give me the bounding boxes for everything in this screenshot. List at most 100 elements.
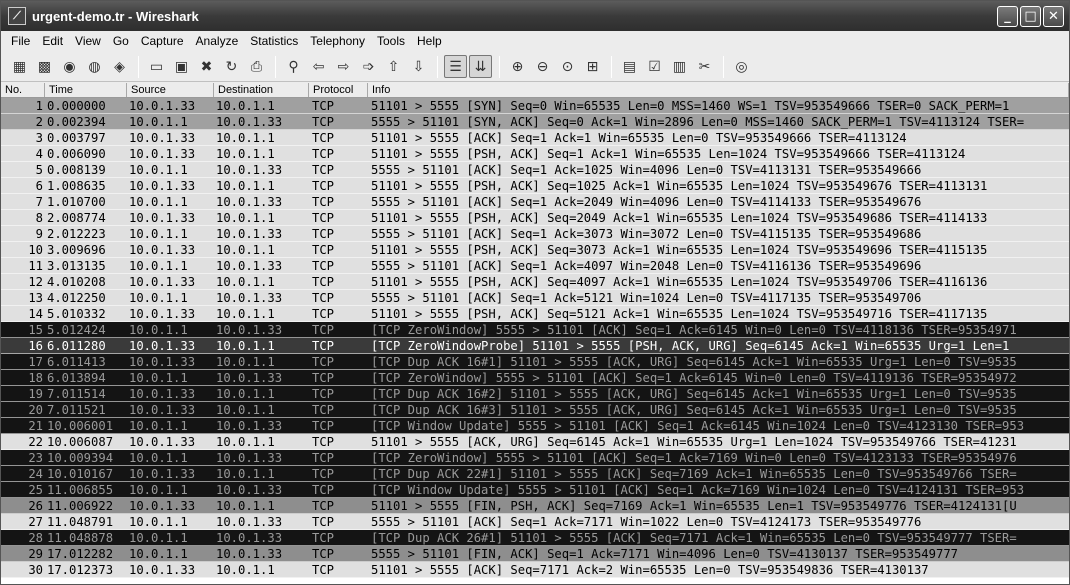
packet-time: 10.010167 [47,467,114,481]
packet-row[interactable]: 7 1.010700 10.0.1.1 10.0.1.33 TCP 5555 > 5110… [1,194,1069,210]
print-icon[interactable]: ⎙ [245,55,268,78]
interface-list-icon[interactable]: ▦ [8,55,31,78]
go-first-icon[interactable]: ⇧ [382,55,405,78]
column-header-protocol[interactable]: Protocol [309,83,368,97]
coloring-rules-icon[interactable]: ▥ [668,55,691,78]
packet-row[interactable]: 26 11.006922 10.0.1.33 10.0.1.1 TCP 51101 > 5… [1,498,1069,514]
menu-capture[interactable]: Capture [135,34,190,48]
packet-row[interactable]: 29 17.012282 10.0.1.1 10.0.1.33 TCP 5555 > 51… [1,546,1069,562]
preferences-icon[interactable]: ✂ [693,55,716,78]
column-header-source[interactable]: Source [127,83,214,97]
packet-row[interactable]: 11 3.013135 10.0.1.1 10.0.1.33 TCP 5555 > 511… [1,258,1069,274]
colorize-icon[interactable]: ☰ [444,55,467,78]
zoom-in-icon[interactable]: ⊕ [506,55,529,78]
menu-analyze[interactable]: Analyze [190,34,245,48]
restart-capture-icon[interactable]: ◈ [108,55,131,78]
go-back-icon[interactable]: ⇦ [307,55,330,78]
menu-view[interactable]: View [69,34,107,48]
column-header-time[interactable]: Time [45,83,127,97]
packet-destination: 10.0.1.33 [216,163,283,177]
packet-destination: 10.0.1.1 [216,355,275,369]
menu-telephony[interactable]: Telephony [304,34,371,48]
resize-columns-icon[interactable]: ⊞ [581,55,604,78]
title-bar[interactable]: ⟋ urgent-demo.tr - Wireshark _ □ ✕ [1,1,1069,31]
open-file-icon[interactable]: ▭ [145,55,168,78]
packet-info: 5555 > 51101 [ACK] Seq=1 Ack=5121 Win=10… [371,291,922,305]
packet-info: [TCP Dup ACK 16#1] 51101 > 5555 [ACK, UR… [371,355,1017,369]
packet-time: 7.011521 [47,403,106,417]
packet-row[interactable]: 3 0.003797 10.0.1.33 10.0.1.1 TCP 51101 > 555… [1,130,1069,146]
close-button[interactable]: ✕ [1043,5,1064,27]
packet-row[interactable]: 2 0.002394 10.0.1.1 10.0.1.33 TCP 5555 > 5110… [1,114,1069,130]
start-capture-icon[interactable]: ◉ [58,55,81,78]
packet-row[interactable]: 5 0.008139 10.0.1.1 10.0.1.33 TCP 5555 > 5110… [1,162,1069,178]
packet-row[interactable]: 1 0.000000 10.0.1.33 10.0.1.1 TCP 51101 > 555… [1,98,1069,114]
normal-size-icon[interactable]: ⊙ [556,55,579,78]
find-packet-icon[interactable]: ⚲ [282,55,305,78]
go-forward-icon[interactable]: ⇨ [332,55,355,78]
packet-row[interactable]: 15 5.012424 10.0.1.1 10.0.1.33 TCP [TCP ZeroW… [1,322,1069,338]
packet-protocol: TCP [312,531,335,545]
column-header-destination[interactable]: Destination [214,83,309,97]
save-file-icon[interactable]: ▣ [170,55,193,78]
stop-capture-icon[interactable]: ◍ [83,55,106,78]
packet-row[interactable]: 25 11.006855 10.0.1.1 10.0.1.33 TCP [TCP Wind… [1,482,1069,498]
packet-protocol: TCP [312,467,335,481]
packet-row[interactable]: 19 7.011514 10.0.1.33 10.0.1.1 TCP [TCP Dup A… [1,386,1069,402]
help-icon[interactable]: ◎ [730,55,753,78]
go-last-icon[interactable]: ⇩ [407,55,430,78]
packet-row[interactable]: 4 0.006090 10.0.1.33 10.0.1.1 TCP 51101 > 555… [1,146,1069,162]
close-file-icon[interactable]: ✖ [195,55,218,78]
packet-row[interactable]: 13 4.012250 10.0.1.1 10.0.1.33 TCP 5555 > 511… [1,290,1069,306]
menu-help[interactable]: Help [411,34,448,48]
packet-protocol: TCP [312,451,335,465]
zoom-out-icon[interactable]: ⊖ [531,55,554,78]
packet-number: 21 [28,419,43,433]
capture-filters-icon[interactable]: ▤ [618,55,641,78]
packet-destination: 10.0.1.33 [216,227,283,241]
packet-time: 0.006090 [47,147,106,161]
packet-source: 10.0.1.1 [129,227,188,241]
packet-time: 11.048791 [47,515,114,529]
packet-row[interactable]: 9 2.012223 10.0.1.1 10.0.1.33 TCP 5555 > 5110… [1,226,1069,242]
packet-destination: 10.0.1.33 [216,531,283,545]
packet-row[interactable]: 17 6.011413 10.0.1.33 10.0.1.1 TCP [TCP Dup A… [1,354,1069,370]
packet-info: [TCP Window Update] 5555 > 51101 [ACK] S… [371,483,1025,497]
packet-row[interactable]: 23 10.009394 10.0.1.1 10.0.1.33 TCP [TCP Zero… [1,450,1069,466]
display-filters-icon[interactable]: ☑ [643,55,666,78]
capture-options-icon[interactable]: ▩ [33,55,56,78]
packet-row[interactable]: 20 7.011521 10.0.1.33 10.0.1.1 TCP [TCP Dup A… [1,402,1069,418]
menu-statistics[interactable]: Statistics [244,34,304,48]
packet-row[interactable]: 30 17.012373 10.0.1.33 10.0.1.1 TCP 51101 > 5… [1,562,1069,578]
packet-list[interactable]: No. Time Source Destination Protocol Inf… [1,83,1069,584]
packet-protocol: TCP [312,275,335,289]
wireshark-app-icon: ⟋ [8,7,26,25]
packet-row[interactable]: 18 6.013894 10.0.1.1 10.0.1.33 TCP [TCP ZeroW… [1,370,1069,386]
packet-number: 29 [28,547,43,561]
menu-file[interactable]: File [1,34,36,48]
packet-protocol: TCP [312,499,335,513]
menu-go[interactable]: Go [107,34,135,48]
column-header-no[interactable]: No. [1,83,45,97]
packet-row[interactable]: 28 11.048878 10.0.1.1 10.0.1.33 TCP [TCP Dup … [1,530,1069,546]
packet-time: 5.012424 [47,323,106,337]
packet-row[interactable]: 10 3.009696 10.0.1.33 10.0.1.1 TCP 51101 > 55… [1,242,1069,258]
packet-row[interactable]: 21 10.006001 10.0.1.1 10.0.1.33 TCP [TCP Wind… [1,418,1069,434]
packet-row[interactable]: 6 1.008635 10.0.1.33 10.0.1.1 TCP 51101 > 555… [1,178,1069,194]
column-header-info[interactable]: Info [368,83,1069,97]
menu-edit[interactable]: Edit [36,34,69,48]
packet-row[interactable]: 14 5.010332 10.0.1.33 10.0.1.1 TCP 51101 > 55… [1,306,1069,322]
minimize-button[interactable]: _ [997,5,1018,27]
go-to-packet-icon[interactable]: ➩ [357,55,380,78]
maximize-button[interactable]: □ [1020,5,1041,27]
packet-row[interactable]: 12 4.010208 10.0.1.33 10.0.1.1 TCP 51101 > 55… [1,274,1069,290]
packet-row[interactable]: 27 11.048791 10.0.1.1 10.0.1.33 TCP 5555 > 51… [1,514,1069,530]
packet-row[interactable]: 16 6.011280 10.0.1.33 10.0.1.1 TCP [TCP ZeroW… [1,338,1069,354]
packet-row[interactable]: 24 10.010167 10.0.1.33 10.0.1.1 TCP [TCP Dup … [1,466,1069,482]
autoscroll-icon[interactable]: ⇊ [469,55,492,78]
packet-row[interactable]: 8 2.008774 10.0.1.33 10.0.1.1 TCP 51101 > 555… [1,210,1069,226]
packet-protocol: TCP [312,339,335,353]
packet-row[interactable]: 22 10.006087 10.0.1.33 10.0.1.1 TCP 51101 > 5… [1,434,1069,450]
menu-tools[interactable]: Tools [371,34,411,48]
reload-icon[interactable]: ↻ [220,55,243,78]
